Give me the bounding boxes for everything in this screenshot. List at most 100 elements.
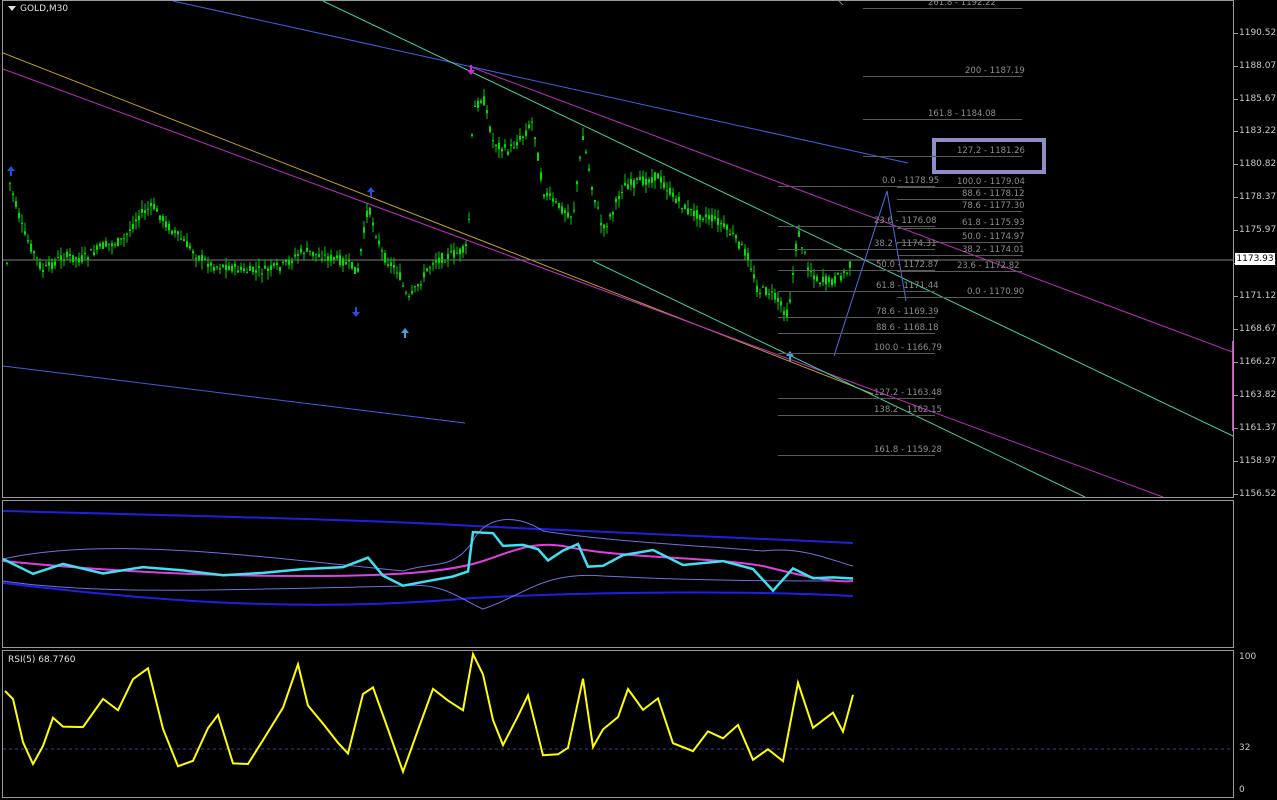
candle-body: [513, 147, 515, 149]
candle-body: [120, 238, 122, 240]
candle-body: [570, 216, 572, 218]
candle-body: [465, 244, 467, 247]
fib-level-line: [778, 398, 935, 399]
fib-level-line: [897, 297, 1022, 298]
candle-body: [504, 144, 506, 148]
candle-body: [258, 266, 260, 268]
candle-body: [492, 140, 494, 142]
candle-body: [816, 276, 818, 281]
candle-body: [576, 181, 578, 185]
candle-body: [315, 253, 317, 255]
candle-body: [825, 276, 827, 285]
fib-level-label: 88.6 - 1178.12: [962, 189, 1025, 199]
candle-body: [201, 255, 203, 261]
price-tick: 1185.67: [1239, 94, 1277, 104]
candle-body: [774, 293, 776, 300]
candle-body: [276, 263, 278, 266]
candle-body: [180, 238, 182, 240]
candle-body: [600, 222, 602, 226]
price-axis: 1190.52 1188.07 1185.67 1183.22 1180.82 1178.…: [1234, 0, 1277, 499]
candle-body: [798, 231, 800, 237]
candle-body: [432, 263, 434, 265]
candle-body: [390, 262, 392, 267]
candle-body: [690, 209, 692, 211]
candle-body: [699, 214, 701, 220]
candle-body: [627, 184, 629, 190]
candle-body: [345, 261, 347, 265]
rsi-axis-top: 100: [1239, 652, 1257, 662]
candle-body: [129, 229, 131, 231]
candle-body: [531, 121, 533, 123]
candle-body: [105, 241, 107, 247]
candle-body: [339, 255, 341, 266]
candle-body: [738, 241, 740, 249]
candle-body: [591, 186, 593, 190]
candle-body: [771, 291, 773, 293]
rsi-canvas[interactable]: [3, 651, 1234, 798]
current-price-label: 1173.93: [1235, 253, 1275, 265]
candle-body: [51, 262, 53, 269]
fib-level-line: [778, 317, 935, 318]
candle-body: [555, 201, 557, 203]
candle-body: [486, 110, 488, 114]
candle-body: [369, 207, 371, 215]
candle-body: [165, 221, 167, 228]
candle-body: [207, 263, 209, 267]
candle-body: [687, 208, 689, 215]
candle-body: [636, 178, 638, 180]
main-chart-pane[interactable]: GOLD,M30: [2, 0, 1234, 498]
candle-body: [411, 291, 413, 294]
bollinger-upper: [3, 519, 854, 572]
candle-body: [525, 130, 527, 136]
candle-body: [480, 100, 482, 103]
price-tick: 1178.37: [1239, 192, 1277, 202]
candle-body: [753, 274, 755, 279]
candle-body: [273, 263, 275, 266]
rsi-pane[interactable]: RSI(5) 68.7760: [2, 650, 1234, 798]
fib-level-line: [778, 455, 935, 456]
fib-level-label: 100.0 - 1166.79: [874, 343, 942, 353]
candle-body: [711, 215, 713, 222]
candle-body: [123, 238, 125, 240]
candle-body: [444, 261, 446, 263]
candle-body: [720, 223, 722, 225]
candle-body: [399, 272, 401, 280]
candle-body: [309, 250, 311, 252]
candle-body: [141, 209, 143, 213]
bands-indicator-pane[interactable]: [2, 500, 1234, 648]
price-tick: 1175.97: [1239, 225, 1277, 235]
fractal-up-arrow: [7, 166, 15, 176]
candle-body: [108, 243, 110, 245]
rsi-axis-bottom: 0: [1239, 785, 1245, 795]
fib-level-line: [897, 187, 1022, 188]
candle-body: [42, 270, 44, 273]
fib-level-line: [778, 291, 935, 292]
fib-level-label: 50.0 - 1174.97: [962, 232, 1025, 242]
candle-body: [234, 263, 236, 267]
candle-body: [282, 261, 284, 263]
candle-body: [162, 216, 164, 221]
candle-body: [501, 148, 503, 152]
candle-body: [252, 266, 254, 273]
candle-body: [189, 245, 191, 249]
candle-body: [384, 253, 386, 263]
candle-body: [294, 254, 296, 257]
candle-body: [375, 236, 377, 238]
candle-body: [618, 195, 620, 200]
price-chart-canvas[interactable]: [3, 1, 1234, 498]
candle-body: [342, 258, 344, 266]
candle-body: [834, 276, 836, 284]
candle-body: [135, 219, 137, 222]
fib-level-label: 61.8 - 1171.44: [876, 281, 939, 291]
candle-body: [102, 242, 104, 249]
bands-canvas[interactable]: [3, 501, 1234, 648]
candle-body: [150, 202, 152, 207]
candle-body: [507, 151, 509, 155]
fib-level-label: 0.0 - 1178.95: [882, 176, 940, 186]
candle-body: [210, 262, 212, 266]
candle-body: [60, 255, 62, 261]
candle-body: [402, 285, 404, 287]
candle-body: [222, 264, 224, 268]
candle-body: [573, 209, 575, 211]
candle-body: [285, 259, 287, 263]
